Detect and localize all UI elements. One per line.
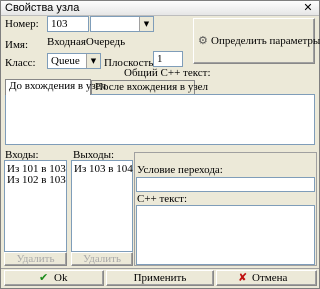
delete-output-button[interactable]: Удалить [71,252,133,266]
cancel-label: Отмена [252,272,288,284]
number-label: Номер: [5,18,39,30]
x-icon: ✘ [238,271,248,284]
params-icon: ⚙ [198,34,208,47]
class-label: Класс: [5,57,36,69]
define-parameters-label: Определить параметры... [211,35,320,47]
tab-before-entry[interactable]: До вхождения в узел [5,79,106,95]
cancel-button[interactable]: ✘ Отмена [216,270,317,286]
transition-condition-input[interactable] [136,177,315,192]
number-dropdown[interactable]: ▼ [90,16,154,32]
check-icon: ✔ [39,271,49,284]
name-label: Имя: [5,39,29,51]
class-value: Queue [51,55,80,67]
transition-condition-label: Условие перехода: [137,164,223,176]
list-item[interactable]: Из 102 в 103 [7,174,66,186]
name-input[interactable]: ВходнаяОчередь [47,35,157,49]
transition-cpp-editor[interactable] [136,205,315,265]
node-properties-dialog: Свойства узла ✕ Номер: 103 ▼ Имя: Входна… [0,0,320,289]
class-dropdown[interactable]: Queue ▼ [47,53,101,69]
delete-input-button[interactable]: Удалить [4,252,67,266]
common-cpp-editor[interactable] [5,94,315,145]
ok-label: Ok [54,272,68,284]
number-input[interactable]: 103 [47,16,89,32]
outputs-list[interactable]: Из 103 в 104 [71,160,133,252]
list-item[interactable]: Из 103 в 104 [74,163,133,175]
close-icon[interactable]: ✕ [301,2,315,14]
chevron-down-icon[interactable]: ▼ [86,54,100,68]
inputs-list[interactable]: Из 101 в 103 Из 102 в 103 [4,160,67,252]
title-bar: Свойства узла ✕ [1,1,319,16]
chevron-down-icon[interactable]: ▼ [139,17,153,31]
apply-button[interactable]: Применить [106,270,214,286]
window-title: Свойства узла [5,2,80,14]
footer-divider [1,268,319,269]
common-cpp-label: Общий С++ текст: [124,67,211,79]
define-parameters-button[interactable]: ⚙ Определить параметры... [193,18,320,64]
ok-button[interactable]: ✔ Ok [4,270,104,286]
tab-after-entry[interactable]: После вхождения в узел [91,80,208,95]
plane-input[interactable]: 1 [153,51,183,67]
